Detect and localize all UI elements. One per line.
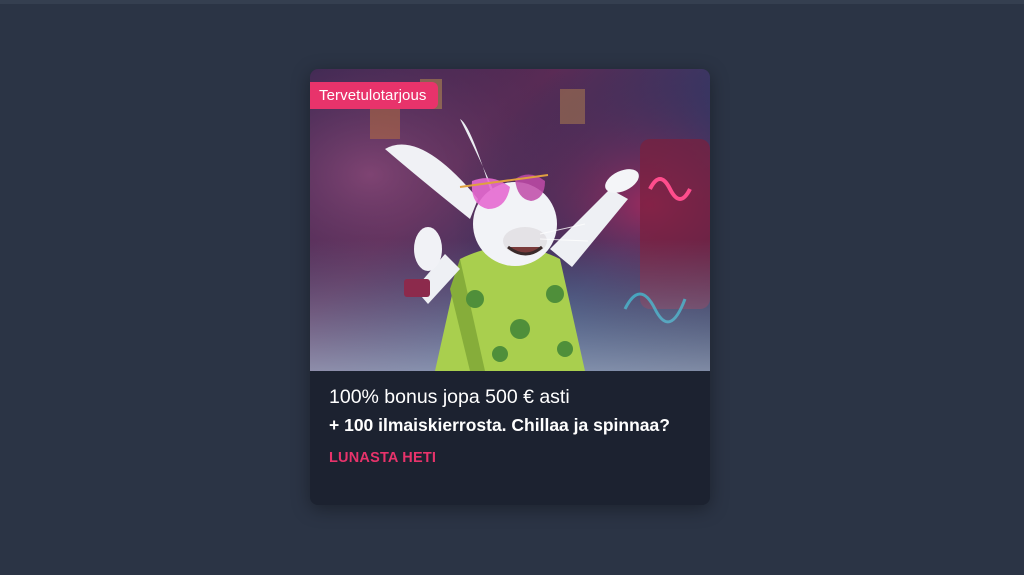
welcome-offer-badge: Tervetulotarjous <box>310 82 438 109</box>
top-edge <box>0 0 1024 4</box>
promo-card[interactable]: Tervetulotarjous 100% bonus jopa 500 € a… <box>310 69 710 505</box>
promo-card-body: 100% bonus jopa 500 € asti + 100 ilmaisk… <box>310 371 710 467</box>
rabbit-illustration <box>310 69 710 371</box>
promo-title: 100% bonus jopa 500 € asti <box>329 386 570 408</box>
promo-hero-image[interactable]: Tervetulotarjous <box>310 69 710 371</box>
promo-subtitle: + 100 ilmaiskierrosta. Chillaa ja spinna… <box>329 415 670 435</box>
claim-now-link[interactable]: LUNASTA HETI <box>329 450 436 466</box>
